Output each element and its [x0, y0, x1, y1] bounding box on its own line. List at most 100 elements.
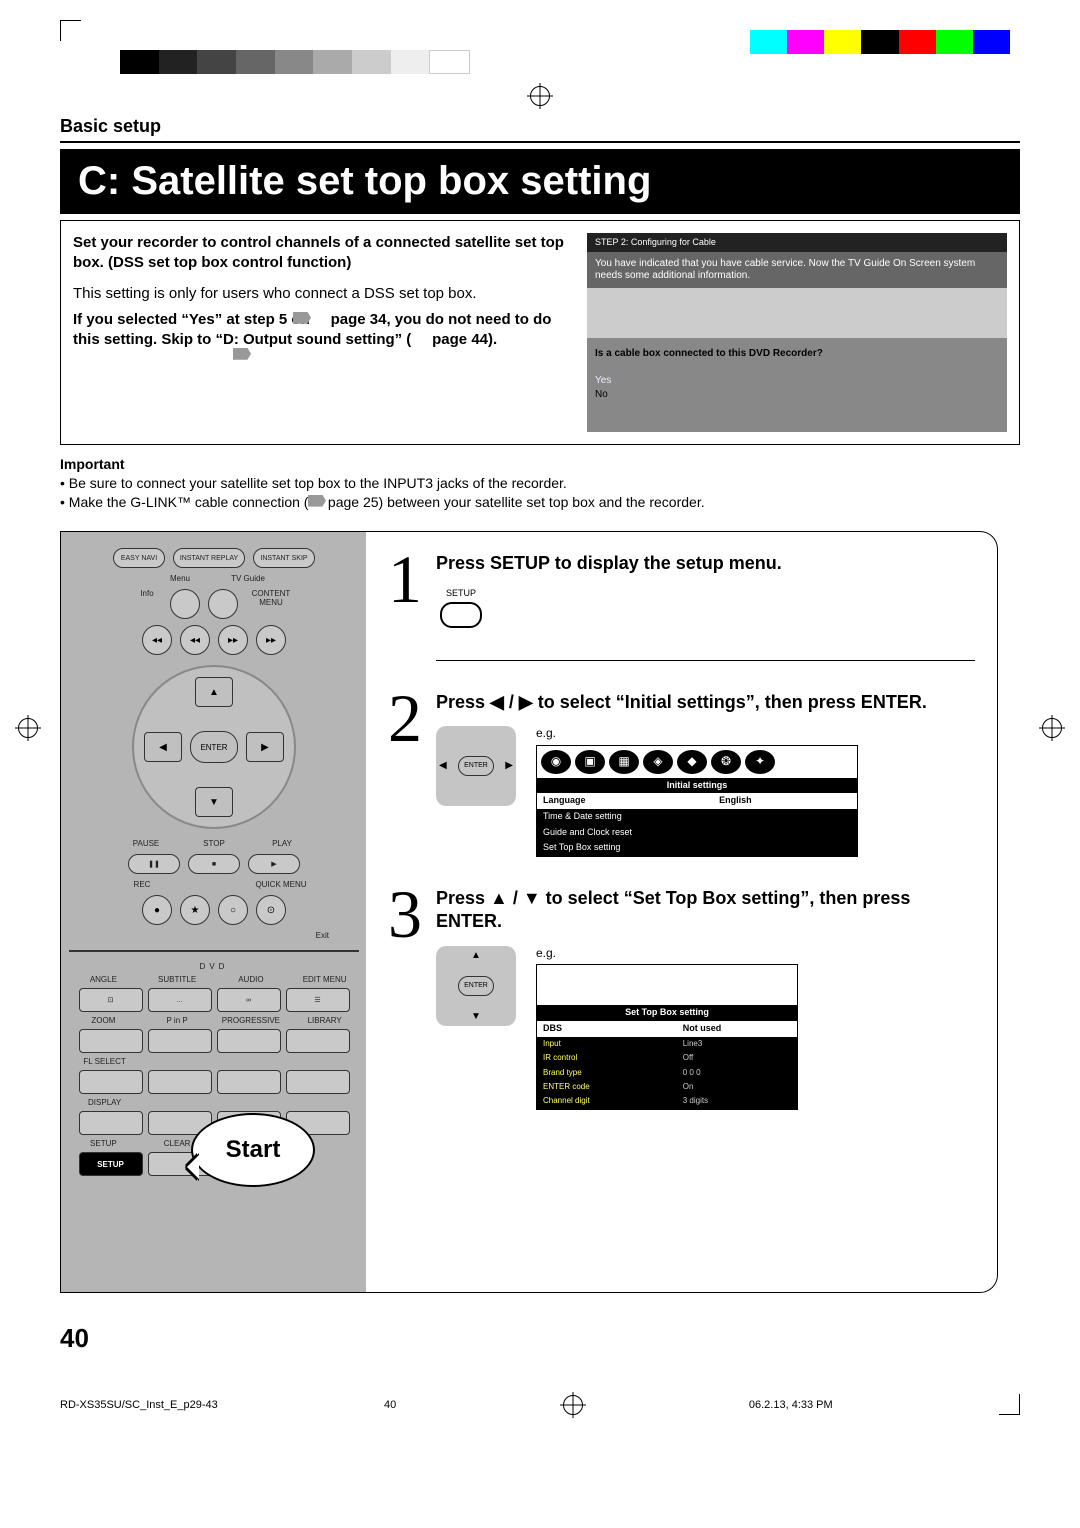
down-arrow-icon: ▼ [471, 1010, 481, 1023]
screenshot-subtext: You have indicated that you have cable s… [587, 252, 1007, 288]
enter-button: ENTER [190, 731, 238, 763]
pause-button: ❚❚ [128, 854, 180, 874]
mini-dpad-lr: ◀ ENTER ▶ [436, 726, 516, 806]
tv-guide-label: TV Guide [218, 574, 278, 583]
registration-mark-top [530, 86, 550, 106]
menu-icon: ❂ [711, 750, 741, 774]
eg-label-3: e.g. [536, 946, 798, 962]
edit-menu-button: ☰ [286, 988, 350, 1012]
display-button [79, 1111, 143, 1135]
initial-settings-table: Initial settings LanguageEnglish Time & … [537, 778, 857, 856]
crop-mark-tl [60, 20, 81, 41]
important-block: Important • Be sure to connect your sate… [60, 455, 1020, 512]
tv-guide-screenshot: STEP 2: Configuring for Cable You have i… [587, 233, 1007, 432]
section-label: Basic setup [60, 116, 1020, 143]
step-3-text: Press ▲ / ▼ to select “Set Top Box setti… [436, 887, 975, 934]
screenshot-question: Is a cable box connected to this DVD Rec… [587, 338, 1007, 370]
screenshot-step-label: STEP 2: Configuring for Cable [587, 233, 1007, 252]
option-yes: Yes [595, 374, 999, 388]
registration-mark-left [18, 718, 38, 738]
dpad-up: ▲ [195, 677, 233, 707]
play-button: ▶ [248, 854, 300, 874]
pinp-label: P in P [143, 1016, 212, 1025]
menu-icon: ▣ [575, 750, 605, 774]
step-2: 2 Press ◀ / ▶ to select “Initial setting… [388, 691, 975, 857]
footer-page: 40 [384, 1399, 396, 1411]
important-bullet-2: • Make the G-LINK™ cable connection ( pa… [60, 493, 1020, 512]
menu-icon-strip: ◉ ▣ ▦ ◈ ◆ ❂ ✦ [537, 746, 857, 778]
screenshot-options: Yes No [587, 370, 1007, 432]
intro-text-column: Set your recorder to control channels of… [73, 233, 567, 432]
remote-lower-section: DVD ANGLE SUBTITLE AUDIO EDIT MENU ⊡ … ∞… [69, 950, 359, 1220]
intro-box: Set your recorder to control channels of… [60, 220, 1020, 445]
play-label: PLAY [252, 839, 312, 848]
setup-label: SETUP [69, 1139, 138, 1148]
quick-menu-label: QUICK MENU [251, 880, 311, 889]
circle-button: ○ [218, 895, 248, 925]
intro-note: This setting is only for users who conne… [73, 284, 567, 304]
audio-button: ∞ [217, 988, 281, 1012]
forward-button: ▸▸ [218, 625, 248, 655]
footer: RD-XS35SU/SC_Inst_E_p29-43 40 06.2.13, 4… [60, 1394, 1020, 1415]
initial-settings-menu: ◉ ▣ ▦ ◈ ◆ ❂ ✦ Initial settings [536, 745, 858, 857]
star-button: ★ [180, 895, 210, 925]
intro-skip: If you selected “Yes” at step 5 on page … [73, 310, 567, 351]
stop-label: STOP [184, 839, 244, 848]
setup-button-highlight: SETUP [79, 1152, 143, 1176]
content-menu-label: CONTENT MENU [246, 589, 296, 619]
crop-mark-br [999, 1394, 1020, 1415]
zoom-button [79, 1029, 143, 1053]
easy-navi-button: EASY NAVI [113, 548, 165, 568]
mini-setup-button: SETUP [436, 588, 486, 630]
mini-enter: ENTER [458, 756, 494, 776]
dpad-down: ▼ [195, 787, 233, 817]
step-1-text: Press SETUP to display the setup menu. [436, 552, 975, 575]
page-ref-icon [233, 348, 251, 360]
mini-dpad-ud: ▲ ENTER ▼ [436, 946, 516, 1026]
info-label: Info [132, 589, 162, 619]
subtitle-button: … [148, 988, 212, 1012]
right-arrow-icon: ▶ [505, 759, 513, 772]
edit-menu-label: EDIT MENU [290, 975, 359, 984]
skip-back-button: ◂◂ [142, 625, 172, 655]
registration-mark-right [1042, 718, 1062, 738]
step-1-number: 1 [388, 552, 422, 660]
mini-enter: ENTER [458, 976, 494, 996]
rec-label: REC [117, 880, 167, 889]
step-1: 1 Press SETUP to display the setup menu.… [388, 552, 975, 660]
menu-icon: ◆ [677, 750, 707, 774]
progressive-label: PROGRESSIVE [217, 1016, 286, 1025]
print-color-bars-right [750, 30, 1010, 54]
page-number: 40 [60, 1323, 1020, 1354]
stop-button: ■ [188, 854, 240, 874]
up-arrow-icon: ▲ [471, 949, 481, 962]
rewind-button: ◂◂ [180, 625, 210, 655]
remote-control-diagram: EASY NAVI INSTANT REPLAY INSTANT SKIP Me… [60, 531, 368, 1293]
display-label: DISPLAY [69, 1098, 140, 1107]
eg-label-2: e.g. [536, 726, 858, 742]
fl-select-button [79, 1070, 143, 1094]
left-arrow-icon: ◀ [439, 759, 447, 772]
instant-replay-button: INSTANT REPLAY [173, 548, 245, 568]
footer-filename: RD-XS35SU/SC_Inst_E_p29-43 [60, 1399, 218, 1411]
menu-icon: ◉ [541, 750, 571, 774]
subtitle-label: SUBTITLE [143, 975, 212, 984]
menu-icon: ▦ [609, 750, 639, 774]
registration-mark-bottom [563, 1395, 583, 1415]
important-bullet-1: • Be sure to connect your satellite set … [60, 474, 1020, 493]
blank-button-3 [286, 1070, 350, 1094]
dpad: ▲ ▼ ◀ ▶ ENTER [132, 665, 296, 829]
dvd-label: DVD [69, 962, 359, 971]
manual-page: Basic setup C: Satellite set top box set… [0, 0, 1080, 1455]
pause-label: PAUSE [116, 839, 176, 848]
angle-button: ⊡ [79, 988, 143, 1012]
library-label: LIBRARY [290, 1016, 359, 1025]
intro-bold: Set your recorder to control channels of… [73, 233, 567, 274]
zoom-label: ZOOM [69, 1016, 138, 1025]
blank-button-2 [217, 1070, 281, 1094]
menu-icon: ◈ [643, 750, 673, 774]
step-2-text: Press ◀ / ▶ to select “Initial settings”… [436, 691, 975, 714]
stb-settings-menu: Set Top Box setting DBSNot used InputLin… [536, 964, 798, 1109]
option-no: No [595, 388, 999, 402]
stb-settings-table: Set Top Box setting DBSNot used InputLin… [537, 1005, 797, 1108]
